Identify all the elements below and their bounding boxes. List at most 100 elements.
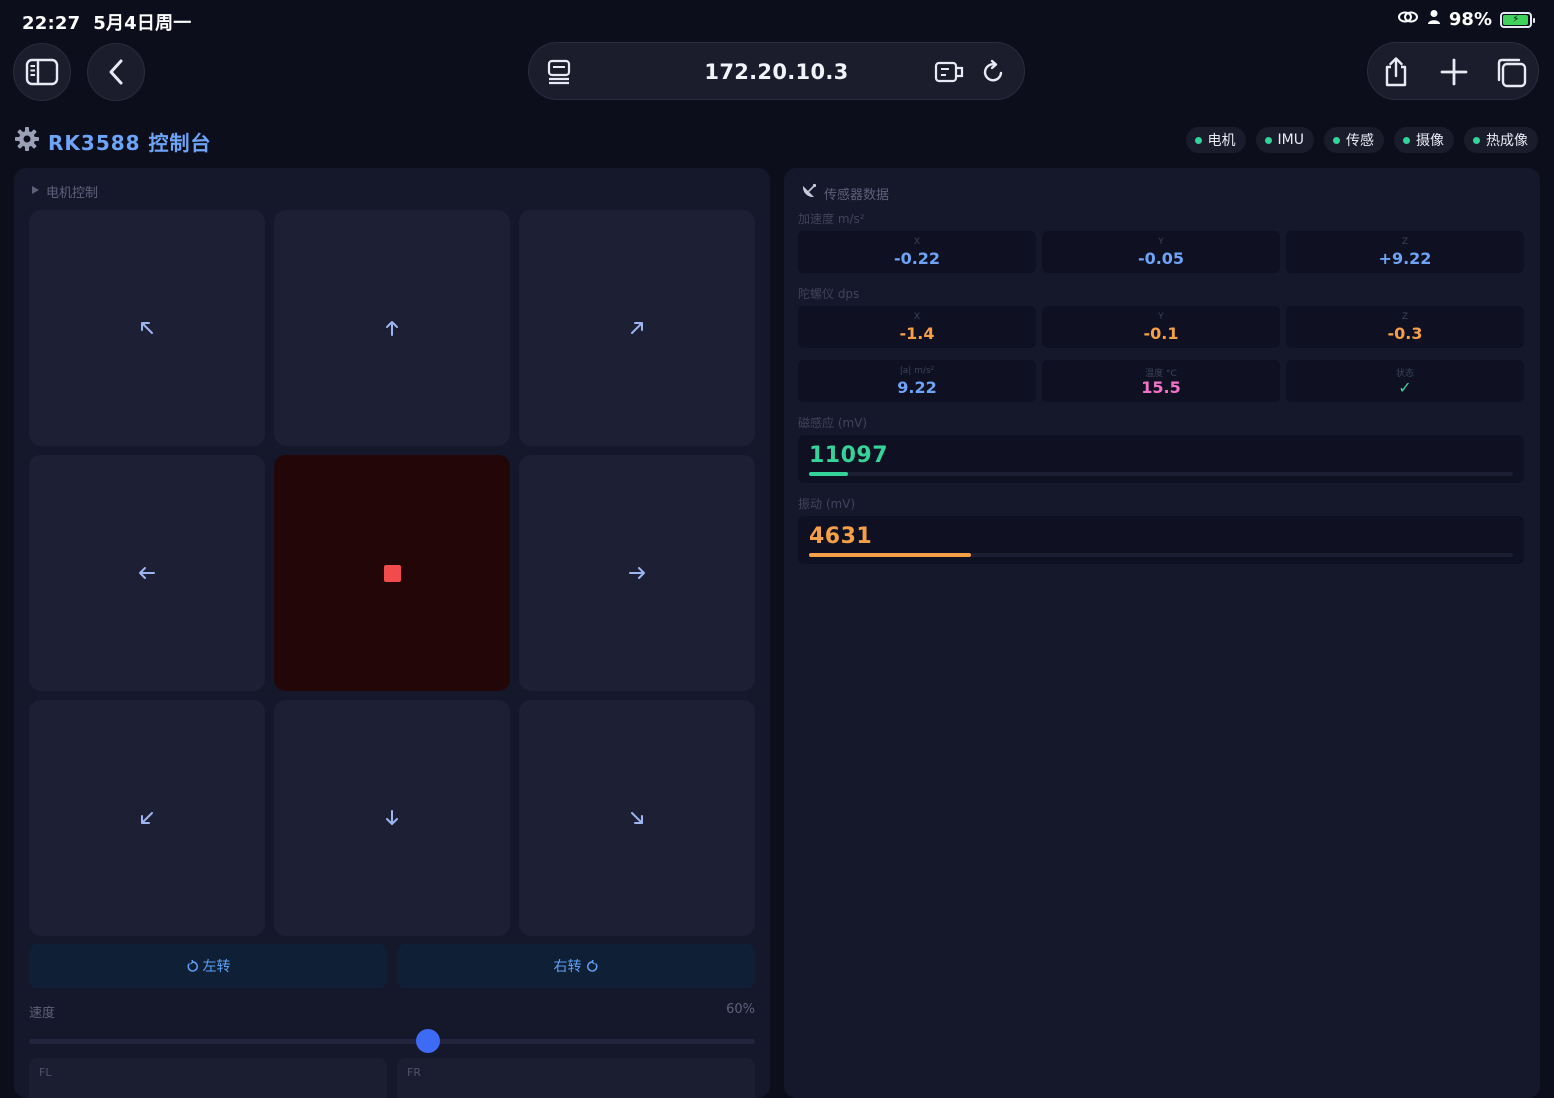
arrow-right-icon	[629, 567, 645, 579]
battery-level: ⚡	[1503, 14, 1529, 25]
sensor-panel-title: 传感器数据	[800, 182, 889, 204]
sensor-title-label: 传感器数据	[824, 187, 890, 203]
accel-magnitude: |a| m/s² 9.22	[798, 360, 1036, 402]
backward-right-button[interactable]	[519, 700, 755, 936]
badge-label: 传感	[1346, 133, 1374, 149]
arrow-up-icon	[386, 321, 398, 336]
axis-label: Z	[1401, 237, 1409, 247]
accel-label: 加速度 m/s²	[798, 212, 865, 226]
wheel-label: FR	[407, 1066, 421, 1079]
wheel-fl: FL	[29, 1058, 387, 1098]
app-title: RK3588 控制台	[48, 130, 212, 155]
arrow-up-left-icon	[141, 322, 153, 334]
stop-icon	[383, 564, 401, 582]
accel-y: Y -0.05	[1042, 231, 1280, 273]
speed-slider[interactable]	[29, 1029, 755, 1053]
arrow-down-icon	[386, 810, 398, 825]
speed-value: 60%	[726, 1002, 755, 1017]
left-button[interactable]	[29, 455, 265, 691]
vibration-bar-fill	[809, 553, 971, 557]
badge-label: 热成像	[1486, 133, 1528, 149]
gyro-x: X -1.4	[798, 306, 1036, 348]
arrow-down-right-icon	[631, 812, 643, 824]
back-button[interactable]	[87, 43, 145, 101]
clock: 22:27	[22, 13, 81, 34]
temperature: 温度 °C 15.5	[1042, 360, 1280, 402]
sensor-data-panel: 传感器数据 加速度 m/s² X -0.22 Y -0.05 Z +9.22 陀…	[784, 168, 1540, 1098]
sidebar-icon	[25, 58, 59, 86]
badge-label: 摄像	[1416, 133, 1444, 149]
tabs-overview-icon[interactable]	[1495, 56, 1529, 94]
rotate-left-label: 左转	[202, 959, 231, 975]
badge-thermal: 热成像	[1464, 127, 1538, 153]
forward-button[interactable]	[274, 210, 510, 446]
gyro-z: Z -0.3	[1286, 306, 1524, 348]
backward-left-button[interactable]	[29, 700, 265, 936]
toolbar-actions	[1367, 42, 1539, 100]
axis-value: -0.3	[1387, 324, 1423, 343]
arrow-down-left-icon	[141, 812, 153, 824]
magnetic-label: 磁感应 (mV)	[798, 416, 868, 430]
battery-percent: 98%	[1448, 9, 1492, 30]
badge-label: 电机	[1207, 133, 1236, 149]
vibration-value: 4631	[809, 524, 873, 549]
axis-label: Y	[1158, 312, 1164, 322]
new-tab-icon[interactable]	[1438, 56, 1470, 92]
rotate-left-button[interactable]: 左转	[29, 944, 387, 988]
rotate-cw-icon	[586, 959, 597, 972]
magnetic-bar	[809, 472, 1513, 476]
status-time: 22:27 5月4日周一	[22, 9, 191, 35]
extra-value: 9.22	[897, 378, 937, 397]
speed-label: 速度	[29, 1006, 56, 1021]
battery-icon: ⚡	[1500, 11, 1535, 28]
badge-motor: 电机	[1185, 127, 1246, 153]
imu-status: 状态 ✓	[1286, 360, 1524, 402]
sidebar-toggle-button[interactable]	[13, 43, 71, 101]
axis-label: X	[913, 312, 921, 322]
date: 5月4日周一	[93, 13, 192, 34]
status-dot	[1333, 136, 1340, 144]
magnetic-bar-fill	[809, 472, 848, 476]
status-dot	[1473, 136, 1480, 144]
forward-right-button[interactable]	[519, 210, 755, 446]
vibration-bar	[809, 553, 1513, 557]
gear-icon	[14, 126, 40, 156]
accel-z: Z +9.22	[1286, 231, 1524, 273]
vibration-readout: 4631	[798, 516, 1524, 564]
badge-label: IMU	[1277, 132, 1304, 148]
extra-value: 15.5	[1141, 378, 1181, 397]
axis-label: Z	[1401, 312, 1409, 322]
status-dot	[1403, 136, 1410, 144]
extension-icon[interactable]	[934, 58, 966, 90]
satellite-icon	[800, 182, 818, 204]
stop-button[interactable]	[274, 455, 510, 691]
axis-value: -0.1	[1143, 324, 1179, 343]
badge-camera: 摄像	[1394, 127, 1454, 153]
right-button[interactable]	[519, 455, 755, 691]
module-status-badges: 电机 IMU 传感 摄像 热成像	[1185, 127, 1538, 153]
axis-label: X	[913, 237, 921, 247]
play-icon	[30, 184, 40, 199]
status-bar: 22:27 5月4日周一 98% ⚡	[0, 0, 1554, 40]
forward-left-button[interactable]	[29, 210, 265, 446]
badge-imu: IMU	[1255, 127, 1314, 153]
magnetic-readout: 11097	[798, 435, 1524, 483]
axis-value: -0.05	[1137, 249, 1185, 268]
axis-label: Y	[1158, 237, 1164, 247]
address-bar[interactable]: 172.20.10.3	[528, 42, 1025, 100]
motor-title-label: 电机控制	[46, 186, 99, 201]
share-icon[interactable]	[1380, 56, 1412, 92]
backward-button[interactable]	[274, 700, 510, 936]
app-header: RK3588 控制台	[14, 126, 212, 156]
axis-value: +9.22	[1378, 249, 1432, 268]
axis-value: -1.4	[899, 324, 935, 343]
magnetic-value: 11097	[809, 443, 889, 468]
check-icon: ✓	[1398, 378, 1412, 397]
reload-icon[interactable]	[981, 58, 1007, 90]
rotate-right-label: 右转	[553, 959, 582, 975]
motor-control-panel: 电机控制 左转 右转 速度 60% FL FR	[14, 168, 770, 1098]
speed-slider-thumb[interactable]	[416, 1029, 441, 1053]
rotate-right-button[interactable]: 右转	[397, 944, 755, 988]
person-icon	[1427, 9, 1441, 30]
status-right: 98% ⚡	[1397, 9, 1535, 30]
